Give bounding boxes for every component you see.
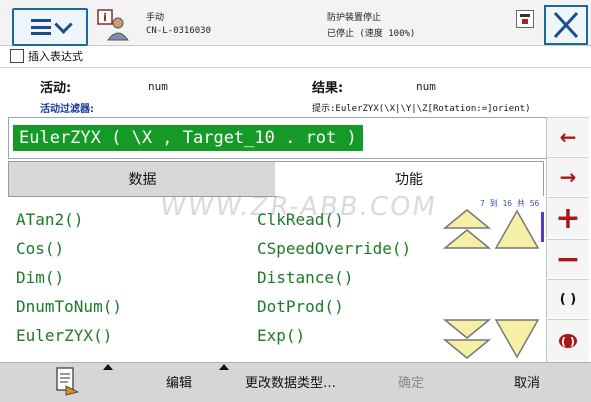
syntax-hint: 提示:EulerZYX(\X|\Y|\Z[Rotation:=]orient): [312, 104, 531, 114]
function-item[interactable]: Exp(): [257, 326, 305, 345]
chevron-down-icon: [53, 14, 73, 34]
page-title: 插入表达式: [10, 48, 83, 64]
result-label: 结果:: [312, 81, 344, 96]
arrow-right-icon: →: [559, 165, 577, 189]
page-up-icon[interactable]: [443, 208, 491, 252]
tab-functions-label: 功能: [395, 172, 423, 188]
divider: [0, 67, 591, 68]
result-value: num: [416, 80, 436, 93]
svg-text:i: i: [103, 11, 107, 24]
function-item[interactable]: CSpeedOverride(): [257, 239, 411, 258]
scroll-indicator: [541, 212, 544, 242]
optional-argument-icon: ( ): [559, 334, 577, 348]
active-label: 活动:: [40, 81, 72, 96]
safety-status: 防护装置停止: [327, 13, 382, 23]
minus-icon: −: [555, 241, 581, 277]
remove-button[interactable]: −: [546, 239, 589, 278]
parentheses-button[interactable]: ( ): [546, 279, 589, 318]
change-data-type-button[interactable]: 更改数据类型…: [245, 372, 336, 391]
expression-text[interactable]: EulerZYX ( \X , Target_10 . rot ): [13, 125, 363, 151]
cursor-left-button[interactable]: ←: [546, 117, 589, 156]
cancel-button[interactable]: 取消: [514, 372, 540, 391]
expression-icon: [10, 49, 24, 63]
caret-up-icon: [219, 364, 229, 370]
page-title-text: 插入表达式: [28, 50, 83, 63]
edit-menu-button[interactable]: 编辑: [166, 372, 192, 391]
ok-button[interactable]: 确定: [398, 372, 424, 391]
function-item[interactable]: DnumToNum(): [16, 297, 122, 316]
quickset-icon[interactable]: [516, 10, 534, 28]
active-value: num: [148, 80, 168, 93]
close-button[interactable]: [544, 5, 588, 45]
scroll-down-icon[interactable]: [494, 316, 540, 360]
operating-mode: 手动: [146, 13, 165, 23]
tab-functions[interactable]: 功能: [275, 161, 544, 196]
scroll-up-icon[interactable]: [494, 208, 540, 252]
function-item[interactable]: ClkRead(): [257, 210, 344, 229]
run-status: 已停止 (速度 100%): [327, 29, 416, 39]
tab-data-label: 数据: [128, 172, 157, 188]
controller-name: CN-L-0316030: [146, 26, 212, 36]
plus-icon: +: [555, 200, 581, 236]
function-item[interactable]: EulerZYX(): [16, 326, 112, 345]
caret-up-icon: [103, 364, 113, 370]
program-editor-icon[interactable]: [54, 366, 80, 396]
user-status-icon[interactable]: i: [96, 8, 130, 42]
cursor-right-button[interactable]: →: [546, 157, 589, 196]
svg-text:( ): ( ): [561, 335, 575, 348]
optional-argument-button[interactable]: ( ): [546, 319, 589, 362]
parentheses-icon: ( ): [559, 291, 577, 307]
active-filter-link[interactable]: 活动过滤器:: [40, 100, 94, 115]
function-item[interactable]: DotProd(): [257, 297, 344, 316]
arrow-left-icon: ←: [559, 125, 577, 149]
function-item[interactable]: Cos(): [16, 239, 64, 258]
function-item[interactable]: ATan2(): [16, 210, 83, 229]
add-button[interactable]: +: [546, 197, 589, 238]
page-down-icon[interactable]: [443, 316, 491, 360]
main-menu-button[interactable]: [12, 8, 88, 46]
function-item[interactable]: Distance(): [257, 268, 353, 287]
menu-icon: [30, 19, 51, 35]
header-bar: [0, 0, 591, 46]
close-icon: [553, 11, 579, 39]
function-item[interactable]: Dim(): [16, 268, 64, 287]
